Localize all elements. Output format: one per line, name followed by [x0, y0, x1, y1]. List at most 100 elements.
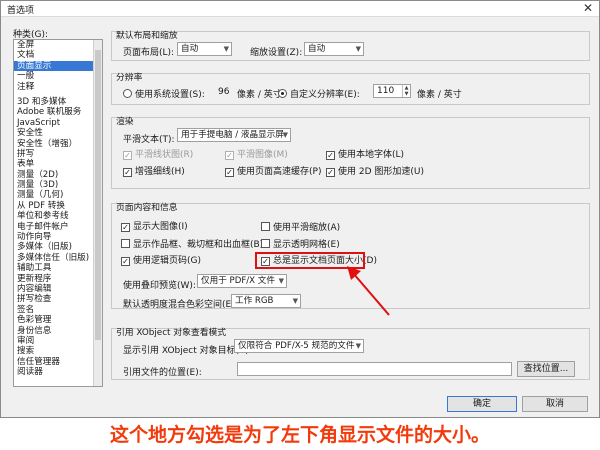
category-item[interactable]: 色彩管理: [14, 315, 102, 325]
checkbox-icon: ✓: [121, 257, 130, 266]
browse-button[interactable]: 查找位置...: [517, 361, 575, 377]
category-item[interactable]: 从 PDF 转换: [14, 201, 102, 211]
radio-selected-icon: [278, 89, 287, 98]
custom-resolution-radio[interactable]: 自定义分辨率(E):: [278, 87, 360, 100]
categories-scrollbar[interactable]: [93, 40, 102, 386]
checkbox-label: 显示作品框、裁切框和出血框(B): [133, 240, 264, 250]
close-icon[interactable]: ✕: [583, 1, 593, 15]
category-item[interactable]: 辅助工具: [14, 263, 102, 273]
category-item[interactable]: 信任管理器: [14, 357, 102, 367]
category-item[interactable]: 安全性: [14, 128, 102, 138]
input-value: 110: [377, 86, 395, 96]
zoom-label: 缩放设置(Z):: [250, 48, 303, 58]
radio-icon: [123, 89, 132, 98]
category-item[interactable]: 审阅: [14, 336, 102, 346]
category-item[interactable]: 拼写: [14, 149, 102, 159]
transparency-grid-checkbox[interactable]: 显示透明网格(E): [261, 239, 340, 250]
category-item[interactable]: 动作向导: [14, 232, 102, 242]
category-item[interactable]: JavaScript: [14, 118, 102, 128]
category-item[interactable]: 拼写检查: [14, 294, 102, 304]
cancel-button[interactable]: 取消: [522, 396, 588, 412]
group-title: 默认布局和缩放: [116, 31, 178, 41]
category-item[interactable]: 测量（几何): [14, 190, 102, 200]
checkbox-label: 平滑线状图(R): [135, 150, 194, 160]
checkbox-icon: [261, 239, 270, 248]
ok-button[interactable]: 确定: [447, 396, 517, 412]
category-item[interactable]: 全屏: [14, 40, 102, 50]
category-item[interactable]: 文档: [14, 50, 102, 60]
category-item[interactable]: 安全性（增强）: [14, 139, 102, 149]
chevron-down-icon: ▼: [292, 297, 298, 305]
category-item[interactable]: 单位和参考线: [14, 211, 102, 221]
category-item[interactable]: 3D 和多媒体: [14, 97, 102, 107]
category-item[interactable]: 搜索: [14, 346, 102, 356]
checkbox-label: 平滑图像(M): [237, 150, 288, 160]
checkbox-label: 使用平滑缩放(A): [273, 223, 341, 233]
chevron-down-icon: ▼: [355, 45, 361, 53]
category-item[interactable]: 电子邮件帐户: [14, 222, 102, 232]
group-title: 渲染: [116, 117, 134, 127]
xobject-targets-label: 显示引用 XObject 对象目标(V):: [123, 346, 252, 356]
gpu-2d-checkbox[interactable]: ✓ 使用 2D 图形加速(U): [326, 167, 424, 177]
unit-label: 像素 / 英寸: [417, 90, 462, 100]
checkbox-label: 显示透明网格(E): [273, 240, 340, 250]
chevron-down-icon: ▼: [278, 277, 284, 285]
custom-resolution-input[interactable]: 110 ▲ ▼: [373, 84, 411, 98]
category-item[interactable]: 签名: [14, 305, 102, 315]
category-item[interactable]: 身份信息: [14, 326, 102, 336]
category-item[interactable]: 一般: [14, 71, 102, 81]
smooth-images-checkbox[interactable]: ✓ 平滑图像(M): [225, 150, 288, 160]
checkbox-label: 增强细线(H): [135, 167, 185, 177]
spinner-icon[interactable]: ▲ ▼: [402, 85, 410, 97]
system-resolution-radio[interactable]: 使用系统设置(S):: [123, 87, 205, 100]
category-item[interactable]: 多媒体（旧版): [14, 242, 102, 252]
smooth-text-select[interactable]: 用于手提电脑 / 液晶显示屏 ▼: [177, 128, 291, 142]
checkbox-label: 使用逻辑页码(G): [133, 256, 201, 266]
blend-space-select[interactable]: 工作 RGB ▼: [231, 294, 301, 308]
show-large-images-checkbox[interactable]: ✓ 显示大图像(I): [121, 222, 188, 232]
category-item[interactable]: 更新程序: [14, 274, 102, 284]
checkbox-icon: ✓: [121, 223, 130, 232]
show-art-boxes-checkbox[interactable]: 显示作品框、裁切框和出血框(B): [121, 239, 263, 250]
category-item[interactable]: 注释: [14, 82, 102, 92]
category-item[interactable]: Adobe 联机服务: [14, 107, 102, 117]
xobject-targets-select[interactable]: 仅限符合 PDF/X-5 规范的文件 ▼: [234, 339, 364, 353]
smooth-zoom-checkbox[interactable]: 使用平滑缩放(A): [261, 222, 340, 233]
page-layout-select[interactable]: 自动 ▼: [177, 42, 232, 56]
category-item[interactable]: 测量（3D): [14, 180, 102, 190]
checkbox-label: 使用 2D 图形加速(U): [338, 167, 424, 177]
category-item-selected[interactable]: 页面显示: [14, 60, 102, 72]
checkbox-label: 显示大图像(I): [133, 222, 188, 232]
smooth-lineart-checkbox[interactable]: ✓ 平滑线状图(R): [123, 150, 193, 160]
checkbox-icon: ✓: [123, 168, 132, 177]
select-value: 仅用于 PDF/X 文件: [201, 276, 275, 286]
local-fonts-checkbox[interactable]: ✓ 使用本地字体(L): [326, 150, 404, 160]
zoom-select[interactable]: 自动 ▼: [304, 42, 364, 56]
select-value: 用于手提电脑 / 液晶显示屏: [181, 130, 284, 140]
overprint-select[interactable]: 仅用于 PDF/X 文件 ▼: [197, 274, 287, 288]
category-item[interactable]: 测量（2D): [14, 170, 102, 180]
checkbox-icon: ✓: [326, 151, 335, 160]
category-item[interactable]: 表单: [14, 159, 102, 169]
select-value: 仅限符合 PDF/X-5 规范的文件: [238, 341, 355, 351]
checkbox-icon: ✓: [225, 151, 234, 160]
category-group: 3D 和多媒体 Adobe 联机服务 JavaScript 安全性 安全性（增强） 拼写表…: [14, 97, 102, 378]
page-cache-checkbox[interactable]: ✓ 使用页面高速缓存(P): [225, 167, 321, 177]
checkbox-icon: ✓: [326, 168, 335, 177]
enhance-thin-lines-checkbox[interactable]: ✓ 增强细线(H): [123, 167, 185, 177]
categories-list[interactable]: 全屏 文档 页面显示 一般 注释 3D 和多媒体 Adobe 联机服务 JavaSc…: [13, 39, 103, 387]
logical-page-numbers-checkbox[interactable]: ✓ 使用逻辑页码(G): [121, 256, 201, 266]
category-item[interactable]: 阅读器: [14, 367, 102, 377]
scrollbar-thumb[interactable]: [95, 50, 101, 340]
group-title: 引用 XObject 对象查看模式: [116, 328, 227, 338]
title-bar: 首选项 ✕: [1, 1, 599, 17]
window-title: 首选项: [7, 6, 35, 16]
file-location-input[interactable]: [237, 362, 512, 376]
preferences-dialog: 首选项 ✕ 种类(G): 全屏 文档 页面显示 一般 注释 3D 和多媒体 Ado…: [0, 0, 600, 418]
select-value: 自动: [181, 44, 199, 54]
chevron-down-icon: ▼: [223, 45, 229, 53]
select-value: 工作 RGB: [235, 296, 274, 306]
category-item[interactable]: 内容编辑: [14, 284, 102, 294]
checkbox-label: 使用页面高速缓存(P): [237, 167, 322, 177]
category-item[interactable]: 多媒体信任（旧版): [14, 253, 102, 263]
